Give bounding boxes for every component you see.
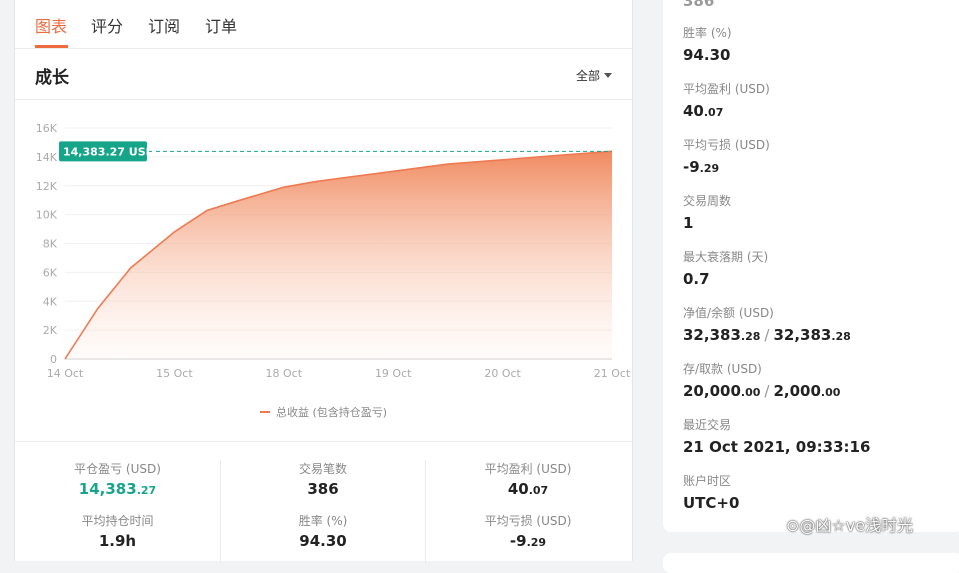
avg-profit-value: 40.07 — [426, 480, 630, 512]
tab-subscribe[interactable]: 订阅 — [148, 13, 180, 37]
legend-label: 总收益 (包含持仓盈亏) — [275, 406, 388, 419]
tab-rating[interactable]: 评分 — [91, 13, 123, 37]
avg-profit-label: 平均盈利 (USD) — [683, 82, 770, 96]
equity-decimal: .28 — [740, 330, 761, 343]
current-value-label: 14,383.27 USD — [63, 145, 155, 158]
avg-loss-main: -9 — [509, 532, 527, 550]
closed-pnl-decimal: .27 — [136, 484, 157, 497]
avg-profit-main: 40 — [507, 480, 529, 498]
win-rate-value: 94.30 — [299, 532, 347, 550]
range-filter-label: 全部 — [575, 69, 600, 83]
last-trade-label: 最近交易 — [683, 418, 732, 432]
timezone-item: 账户时区 UTC+0 — [683, 472, 739, 512]
deposit-separator: / — [764, 382, 770, 400]
deposit-decimal: .00 — [740, 386, 761, 399]
avg-hold-time-label: 平均持仓时间 — [81, 514, 154, 528]
y-tick-label: 16K — [36, 122, 58, 135]
timezone-label: 账户时区 — [683, 474, 732, 488]
section-header: 成长 全部 — [15, 49, 632, 100]
next-card-edge — [663, 553, 959, 573]
trade-count-partial: 386 — [683, 0, 715, 10]
stats-col-2: 交易笔数 386 胜率 (%) 94.30 — [220, 460, 425, 564]
x-tick-label: 14 Oct — [47, 367, 84, 380]
equity-separator: / — [764, 326, 770, 344]
closed-pnl-value: 14,383.27 — [15, 480, 220, 512]
x-tick-label: 15 Oct — [156, 367, 193, 380]
withdraw-decimal: .00 — [820, 386, 841, 399]
max-drawdown-value: 0.7 — [683, 270, 710, 288]
avg-loss-item: 平均亏损 (USD) -9.29 — [683, 136, 770, 176]
deposit-main: 20,000 — [683, 382, 741, 400]
win-rate-label: 胜率 (%) — [298, 514, 348, 528]
avg-loss-main: -9 — [683, 158, 700, 176]
right-panel: 386 胜率 (%) 94.30 平均盈利 (USD) 40.07 平均亏损 (… — [663, 0, 959, 532]
tab-orders[interactable]: 订单 — [205, 13, 237, 37]
closed-pnl-label: 平仓盈亏 (USD) — [74, 462, 161, 476]
win-rate-label: 胜率 (%) — [683, 26, 732, 40]
left-panel: 图表 评分 订阅 订单 成长 全部 0 2K 4K 6K 8K 10K 12K 14K 16K 1… — [14, 0, 633, 564]
growth-chart: 0 2K 4K 6K 8K 10K 12K 14K 16K 14 Oct 15 Oct 18 Oct 1… — [36, 122, 631, 380]
y-tick-label: 4K — [43, 295, 58, 308]
last-trade-value: 21 Oct 2021, 09:33:16 — [683, 438, 871, 456]
avg-loss-value: -9.29 — [426, 532, 630, 564]
timezone-value: UTC+0 — [683, 494, 740, 512]
x-tick-label: 21 Oct — [594, 367, 631, 380]
deposit-withdraw-label: 存/取款 (USD) — [683, 362, 762, 376]
avg-profit-label: 平均盈利 (USD) — [484, 462, 572, 476]
avg-profit-decimal: .07 — [528, 484, 549, 497]
x-tick-label: 20 Oct — [484, 367, 521, 380]
y-tick-label: 2K — [43, 324, 58, 337]
stats-col-3: 平均盈利 (USD) 40.07 平均亏损 (USD) -9.29 — [425, 460, 630, 564]
tab-bar: 图表 评分 订阅 订单 — [15, 0, 632, 49]
section-title: 成长 — [35, 68, 69, 88]
y-tick-label: 0 — [50, 353, 57, 366]
chart-legend[interactable]: 总收益 (包含持仓盈亏) — [15, 404, 632, 420]
avg-hold-time-value: 1.9h — [98, 532, 137, 550]
equity-balance-item: 净值/余额 (USD) 32,383.28/32,383.28 — [683, 304, 851, 344]
win-rate-item: 胜率 (%) 94.30 — [683, 24, 732, 64]
win-rate-value: 94.30 — [683, 46, 731, 64]
max-drawdown-item: 最大衰落期 (天) 0.7 — [683, 248, 768, 288]
avg-loss-label: 平均亏损 (USD) — [484, 514, 572, 528]
equity-balance-label: 净值/余额 (USD) — [683, 306, 774, 320]
watermark-text: ⊙@凶☆ve浅时光 — [786, 516, 914, 535]
trade-count-value: 386 — [307, 480, 339, 498]
avg-profit-main: 40 — [683, 102, 704, 120]
equity-balance-value: 32,383.28/32,383.28 — [683, 326, 851, 344]
equity-main: 32,383 — [683, 326, 741, 344]
y-tick-label: 8K — [43, 238, 58, 251]
range-filter-dropdown[interactable]: 全部 — [576, 67, 612, 84]
withdraw-main: 2,000 — [773, 382, 821, 400]
avg-loss-decimal: .29 — [526, 536, 547, 549]
avg-profit-decimal: .07 — [703, 106, 724, 119]
legend-swatch — [259, 411, 270, 413]
balance-main: 32,383 — [773, 326, 832, 344]
stats-col-1: 平仓盈亏 (USD) 14,383.27 平均持仓时间 1.9h — [15, 460, 220, 564]
avg-loss-value: -9.29 — [683, 158, 770, 176]
avg-loss-decimal: .29 — [699, 162, 720, 175]
y-tick-label: 14K — [36, 151, 58, 164]
balance-decimal: .28 — [831, 330, 851, 343]
max-drawdown-label: 最大衰落期 (天) — [683, 250, 769, 264]
stats-grid: 平仓盈亏 (USD) 14,383.27 平均持仓时间 1.9h 交易笔数 38… — [15, 441, 632, 564]
y-tick-label: 6K — [43, 266, 58, 279]
tab-chart[interactable]: 图表 — [35, 13, 67, 37]
avg-profit-item: 平均盈利 (USD) 40.07 — [683, 80, 770, 120]
trade-count-label: 交易笔数 — [298, 462, 347, 476]
active-tab-indicator — [35, 45, 68, 48]
y-tick-label: 10K — [36, 209, 58, 222]
last-trade-item: 最近交易 21 Oct 2021, 09:33:16 — [683, 416, 870, 456]
deposit-withdraw-value: 20,000.00/2,000.00 — [683, 382, 840, 400]
deposit-withdraw-item: 存/取款 (USD) 20,000.00/2,000.00 — [683, 360, 840, 400]
y-tick-label: 12K — [36, 180, 58, 193]
trade-weeks-label: 交易周数 — [683, 194, 732, 208]
x-tick-label: 18 Oct — [266, 367, 303, 380]
trade-weeks-item: 交易周数 1 — [683, 192, 731, 232]
closed-pnl-main: 14,383 — [78, 480, 137, 498]
avg-profit-value: 40.07 — [683, 102, 770, 120]
caret-down-icon — [604, 73, 612, 78]
trade-weeks-value: 1 — [683, 214, 694, 232]
avg-loss-label: 平均亏损 (USD) — [683, 138, 770, 152]
x-tick-label: 19 Oct — [375, 367, 412, 380]
